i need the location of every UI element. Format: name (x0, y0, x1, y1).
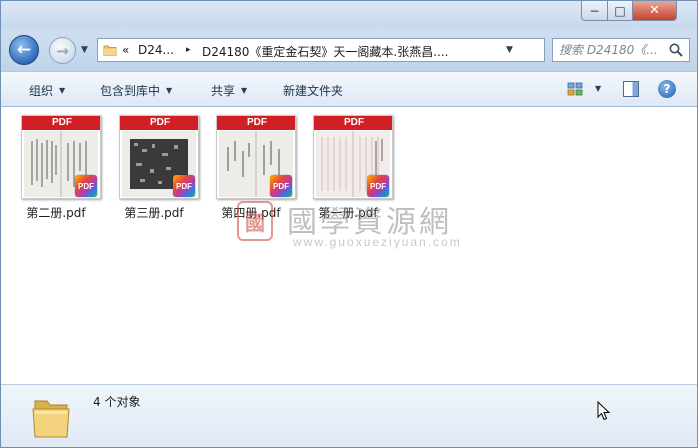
view-options-dropdown[interactable]: ▼ (595, 84, 601, 93)
chevron-down-icon: ▼ (166, 86, 173, 95)
watermark-url: www.guoxueziyuan.com (293, 235, 462, 249)
chevron-down-icon: ▼ (59, 86, 66, 95)
explorer-window: − □ ✕ ← → ▼ « D24... ▸ D24180《重定金石契》天一阁藏… (0, 0, 698, 448)
pdf-band-label: PDF (22, 116, 100, 130)
view-grid-icon[interactable] (567, 81, 583, 97)
maximize-button[interactable]: □ (607, 1, 633, 21)
organize-label: 组织 (29, 84, 54, 98)
command-bar: 组织 ▼ 包含到库中 ▼ 共享 ▼ 新建文件夹 ▼ ? (1, 71, 697, 107)
chevron-down-icon: ▼ (241, 86, 248, 95)
pdf-band-label: PDF (120, 116, 198, 130)
folder-icon (103, 45, 117, 56)
file-item[interactable]: PDF PDF 第三册.pdf (107, 115, 201, 223)
pdf-app-badge-icon: PDF (270, 175, 292, 197)
address-segment-parent[interactable]: D24... (138, 43, 174, 57)
preview-pane-icon[interactable] (623, 81, 639, 97)
include-in-library-label: 包含到库中 (100, 84, 161, 98)
chevron-down-icon: ▼ (595, 84, 602, 93)
navigation-bar: ← → ▼ « D24... ▸ D24180《重定金石契》天一阁藏本.张燕昌.… (1, 29, 697, 71)
file-item[interactable]: PDF PDF 第二册.pdf (9, 115, 103, 223)
pdf-app-badge-icon: PDF (173, 175, 195, 197)
file-list-area[interactable]: PDF PDF 第二册.pdf PDF PDF 第三册.pdf PDF PDF … (1, 107, 697, 384)
minimize-button[interactable]: − (581, 1, 608, 21)
item-count: 4 个对象 (93, 395, 141, 409)
chevron-down-icon: ▼ (81, 45, 88, 55)
arrow-right-icon: → (56, 41, 69, 60)
title-bar: − □ ✕ (1, 1, 697, 29)
details-pane: 4 个对象 (1, 384, 697, 447)
pdf-band-label: PDF (217, 116, 295, 130)
back-button[interactable]: ← (9, 35, 39, 65)
address-separator-icon[interactable]: ▸ (186, 45, 191, 55)
pdf-band-label: PDF (314, 116, 392, 130)
organize-menu[interactable]: 组织 ▼ (29, 82, 65, 99)
address-overflow-chevron[interactable]: « (122, 43, 129, 57)
address-bar[interactable]: « D24... ▸ D24180《重定金石契》天一阁藏本.张燕昌.... ▼ (97, 38, 635, 62)
file-name: 第二册.pdf (26, 206, 86, 220)
address-history-dropdown[interactable]: ▼ (506, 45, 513, 55)
new-folder-label: 新建文件夹 (283, 84, 344, 98)
folder-icon (32, 400, 70, 438)
share-label: 共享 (211, 84, 236, 98)
share-menu[interactable]: 共享 ▼ (211, 82, 247, 99)
new-folder-button[interactable]: 新建文件夹 (283, 82, 343, 99)
pdf-app-badge-icon: PDF (75, 175, 97, 197)
search-input[interactable] (559, 42, 667, 58)
include-in-library-menu[interactable]: 包含到库中 ▼ (100, 82, 172, 99)
help-icon[interactable]: ? (658, 80, 676, 98)
arrow-left-icon: ← (16, 40, 32, 60)
search-box[interactable] (552, 38, 690, 62)
close-button[interactable]: ✕ (632, 1, 677, 21)
search-icon[interactable] (668, 42, 684, 58)
file-name: 第三册.pdf (124, 206, 184, 220)
recent-pages-button[interactable]: ▼ (81, 45, 88, 55)
site-watermark: 國 國學資源網 www.guoxueziyuan.com (237, 199, 497, 251)
address-segment-current[interactable]: D24180《重定金石契》天一阁藏本.张燕昌.... (202, 43, 449, 60)
forward-button[interactable]: → (49, 37, 76, 64)
watermark-seal-icon: 國 (237, 201, 273, 241)
mouse-cursor-icon (597, 401, 611, 421)
pdf-app-badge-icon: PDF (367, 175, 389, 197)
chevron-down-icon: ▼ (506, 45, 513, 55)
